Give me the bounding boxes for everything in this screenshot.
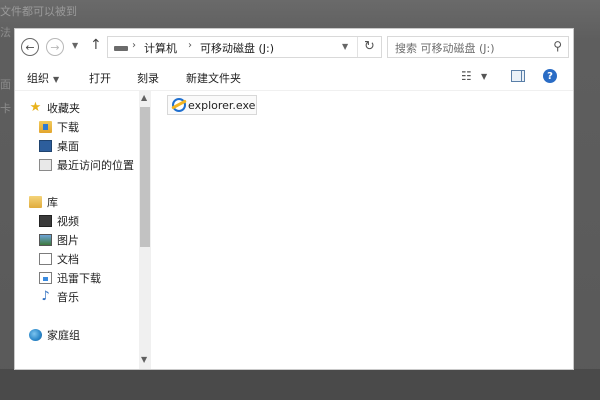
open-button[interactable]: 打开 (89, 70, 111, 86)
command-bar: 组织 ▼ 打开 刻录 新建文件夹 ☷ ▼ ? (15, 63, 573, 91)
music-note-icon: ♪ (41, 289, 50, 304)
address-bar[interactable]: › 计算机 › 可移动磁盘 (J:) ▼ ↻ (107, 36, 382, 58)
xunlei-downloads-icon (39, 272, 52, 284)
background-footer (0, 369, 600, 400)
video-library-icon (39, 215, 52, 227)
nav-label: 家庭组 (47, 329, 80, 342)
arrow-left-icon: ← (25, 40, 35, 54)
star-icon: ★ (29, 100, 42, 115)
nav-label: 桌面 (57, 140, 79, 153)
breadcrumb-separator[interactable]: › (132, 40, 136, 51)
background-text: 文件都可以被到 (0, 5, 77, 18)
nav-pane-scrollbar[interactable]: ▲ ▼ (139, 91, 151, 369)
nav-item-music[interactable]: ♪ 音乐 (15, 288, 139, 306)
background-text: 面 (0, 78, 11, 91)
downloads-folder-icon (39, 121, 52, 133)
nav-item-recent-places[interactable]: 最近访问的位置 (15, 156, 139, 174)
nav-favorites[interactable]: ★ 收藏夹 (15, 99, 139, 117)
desktop-icon (39, 140, 52, 152)
library-icon (29, 196, 42, 208)
file-list-area[interactable]: explorer.exe (153, 91, 573, 369)
nav-label: 下载 (57, 121, 79, 134)
nav-label: 库 (47, 196, 58, 209)
view-options-icon[interactable]: ☷ (461, 69, 472, 83)
nav-item-videos[interactable]: 视频 (15, 212, 139, 230)
scrollbar-thumb[interactable] (140, 107, 150, 247)
nav-label: 文档 (57, 253, 79, 266)
address-dropdown-button[interactable]: ▼ (342, 42, 348, 51)
nav-label: 视频 (57, 215, 79, 228)
background-text: 法 (0, 26, 11, 39)
nav-label: 迅雷下载 (57, 272, 101, 285)
view-options-dropdown[interactable]: ▼ (481, 72, 487, 81)
nav-item-documents[interactable]: 文档 (15, 250, 139, 268)
navigation-pane: ★ 收藏夹 下载 桌面 最近访问的位置 库 视频 图片 文档 迅雷下载 ♪ 音乐… (15, 91, 153, 369)
address-row: ← → ▼ ↑ › 计算机 › 可移动磁盘 (J:) ▼ ↻ 搜索 可移动磁盘 … (15, 29, 573, 63)
file-name: explorer.exe (188, 98, 256, 112)
nav-libraries[interactable]: 库 (15, 193, 139, 211)
search-input[interactable]: 搜索 可移动磁盘 (J:) ⚲ (387, 36, 569, 58)
arrow-right-icon: → (50, 40, 60, 54)
nav-label: 收藏夹 (47, 102, 80, 115)
preview-pane-icon[interactable] (511, 70, 525, 82)
pictures-library-icon (39, 234, 52, 246)
breadcrumb-drive[interactable]: 可移动磁盘 (J:) (200, 40, 274, 56)
help-icon[interactable]: ? (543, 69, 557, 83)
file-item-explorer-exe[interactable]: explorer.exe (167, 95, 257, 115)
explorer-window: ← → ▼ ↑ › 计算机 › 可移动磁盘 (J:) ▼ ↻ 搜索 可移动磁盘 … (14, 28, 574, 370)
breadcrumb-separator[interactable]: › (188, 40, 192, 51)
search-placeholder: 搜索 可移动磁盘 (J:) (395, 42, 495, 55)
nav-label: 音乐 (57, 291, 79, 304)
homegroup-icon (29, 329, 42, 341)
recent-places-icon (39, 159, 52, 171)
drive-icon (114, 46, 128, 51)
nav-label: 最近访问的位置 (57, 159, 134, 172)
recent-locations-dropdown[interactable]: ▼ (72, 41, 78, 50)
breadcrumb-computer[interactable]: 计算机 (144, 40, 177, 56)
organize-label: 组织 (27, 72, 49, 85)
chevron-down-icon[interactable]: ▼ (141, 355, 147, 364)
nav-item-downloads[interactable]: 下载 (15, 118, 139, 136)
up-button[interactable]: ↑ (90, 37, 102, 53)
refresh-icon: ↻ (364, 39, 375, 54)
internet-explorer-icon (172, 98, 186, 112)
burn-button[interactable]: 刻录 (137, 70, 159, 86)
chevron-down-icon: ▼ (53, 75, 60, 84)
nav-item-xunlei-downloads[interactable]: 迅雷下载 (15, 269, 139, 287)
nav-label: 图片 (57, 234, 79, 247)
new-folder-button[interactable]: 新建文件夹 (186, 70, 241, 86)
background-text: 卡 (0, 102, 11, 115)
nav-item-pictures[interactable]: 图片 (15, 231, 139, 249)
chevron-up-icon[interactable]: ▲ (141, 93, 147, 102)
refresh-button[interactable]: ↻ (357, 37, 381, 57)
nav-item-desktop[interactable]: 桌面 (15, 137, 139, 155)
forward-button[interactable]: → (46, 38, 64, 56)
documents-library-icon (39, 253, 52, 265)
nav-homegroup[interactable]: 家庭组 (15, 326, 139, 344)
search-icon[interactable]: ⚲ (553, 39, 562, 53)
organize-button[interactable]: 组织 ▼ (27, 70, 59, 86)
back-button[interactable]: ← (21, 38, 39, 56)
